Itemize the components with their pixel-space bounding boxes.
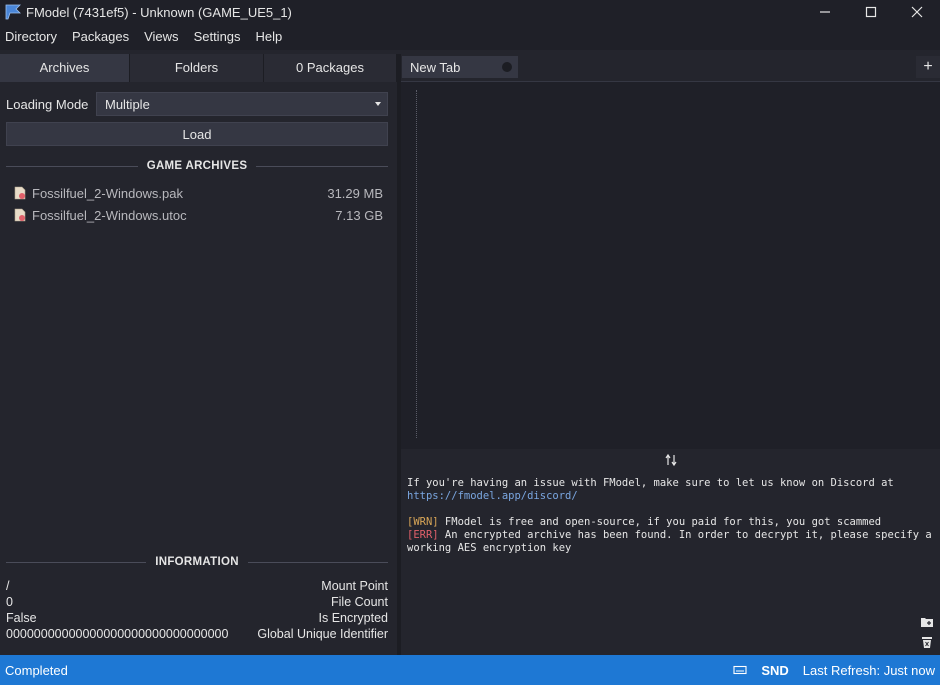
info-label: File Count: [331, 595, 388, 609]
info-label: Mount Point: [321, 579, 388, 593]
left-tabs: Archives Folders 0 Packages: [0, 54, 397, 82]
snd-indicator[interactable]: SND: [761, 663, 788, 678]
menu-help[interactable]: Help: [250, 24, 289, 50]
divider: [6, 561, 147, 563]
info-label: Is Encrypted: [318, 611, 388, 625]
window-controls: [802, 0, 940, 24]
console-splitter[interactable]: [401, 449, 940, 471]
game-archives-title: GAME ARCHIVES: [146, 160, 248, 172]
tab-folders[interactable]: Folders: [130, 54, 264, 82]
close-button[interactable]: [894, 0, 940, 24]
menu-bar: Directory Packages Views Settings Help: [0, 24, 940, 50]
info-value: False: [6, 611, 37, 625]
loading-mode-value: Multiple: [105, 96, 150, 112]
divider: [256, 165, 389, 167]
warning-tag: [WRN]: [407, 516, 439, 528]
keyboard-icon[interactable]: [733, 665, 747, 675]
info-row-file-count: 0 File Count: [6, 594, 388, 610]
archive-name: Fossilfuel_2-Windows.pak: [32, 185, 184, 201]
app-icon: [5, 4, 21, 20]
archives-content: Loading Mode Multiple Load GAME ARCHIVES…: [6, 92, 389, 226]
status-text: Completed: [5, 662, 68, 678]
error-tag: [ERR]: [407, 529, 439, 541]
tab-label: New Tab: [410, 59, 461, 75]
swap-vertical-icon: [665, 453, 676, 467]
information-section: INFORMATION / Mount Point 0 File Count F…: [6, 554, 389, 642]
minimize-button[interactable]: [802, 0, 848, 24]
info-value: 0: [6, 595, 13, 609]
tab-archives[interactable]: Archives: [0, 54, 130, 82]
info-label: Global Unique Identifier: [257, 627, 388, 641]
last-refresh: Last Refresh: Just now: [802, 662, 935, 678]
list-item[interactable]: Fossilfuel_2-Windows.utoc 7.13 GB: [6, 204, 388, 226]
maximize-button[interactable]: [848, 0, 894, 24]
maximize-icon: [865, 6, 877, 18]
chevron-down-icon: [375, 102, 381, 106]
open-folder-icon[interactable]: [920, 616, 934, 628]
minimize-icon: [820, 11, 830, 13]
info-row-is-encrypted: False Is Encrypted: [6, 610, 388, 626]
log-text: FModel is free and open-source, if you p…: [438, 516, 882, 528]
locked-file-icon: [14, 186, 26, 200]
status-bar: Completed SND Last Refresh: Just now: [0, 655, 940, 685]
editor-gutter: [416, 90, 417, 438]
info-row-mount-point: / Mount Point: [6, 578, 388, 594]
code-editor[interactable]: [401, 81, 940, 449]
status-right: SND Last Refresh: Just now: [733, 663, 935, 678]
tab-packages[interactable]: 0 Packages: [264, 54, 397, 82]
menu-settings[interactable]: Settings: [188, 24, 247, 50]
clear-log-icon[interactable]: [921, 636, 933, 649]
close-icon: [911, 6, 923, 18]
loading-mode-select[interactable]: Multiple: [96, 92, 388, 116]
log-text: An encrypted archive has been found. In …: [407, 529, 939, 554]
archive-size: 7.13 GB: [335, 207, 383, 223]
info-value: /: [6, 579, 10, 593]
log-line-warning: [WRN] FModel is free and open-source, if…: [407, 516, 934, 529]
locked-file-icon: [14, 208, 26, 222]
game-archives-header: GAME ARCHIVES: [6, 158, 389, 174]
list-item[interactable]: Fossilfuel_2-Windows.pak 31.29 MB: [6, 182, 388, 204]
archive-list: Fossilfuel_2-Windows.pak 31.29 MB Fossil…: [6, 182, 388, 226]
menu-packages[interactable]: Packages: [66, 24, 135, 50]
log-line-info: If you're having an issue with FModel, m…: [407, 477, 934, 503]
load-button[interactable]: Load: [6, 122, 388, 146]
loading-mode-row: Loading Mode Multiple: [6, 92, 388, 116]
log-text: If you're having an issue with FModel, m…: [407, 477, 901, 489]
info-row-guid: 00000000000000000000000000000000 Global …: [6, 626, 388, 642]
information-title: INFORMATION: [155, 556, 239, 568]
console-actions: [920, 616, 934, 649]
log-console: If you're having an issue with FModel, m…: [401, 471, 940, 655]
right-panel: New Tab + If you're having an issue with…: [401, 54, 940, 655]
divider: [6, 165, 138, 167]
archive-name: Fossilfuel_2-Windows.utoc: [32, 207, 187, 223]
information-header: INFORMATION: [6, 554, 389, 570]
title-bar: FModel (7431ef5) - Unknown (GAME_UE5_1): [0, 0, 940, 24]
document-tabs: New Tab +: [401, 54, 940, 78]
info-value: 00000000000000000000000000000000: [6, 627, 229, 641]
archive-size: 31.29 MB: [327, 185, 383, 201]
left-panel: Archives Folders 0 Packages Loading Mode…: [0, 54, 397, 655]
divider: [247, 561, 389, 563]
menu-directory[interactable]: Directory: [0, 24, 63, 50]
discord-link[interactable]: https://fmodel.app/discord/: [407, 490, 578, 502]
window-title: FModel (7431ef5) - Unknown (GAME_UE5_1): [26, 4, 292, 20]
loading-mode-label: Loading Mode: [6, 96, 89, 112]
log-line-error: [ERR] An encrypted archive has been foun…: [407, 529, 934, 555]
menu-views[interactable]: Views: [138, 24, 184, 50]
tab-new-tab[interactable]: New Tab: [402, 56, 518, 78]
add-tab-button[interactable]: +: [916, 56, 940, 78]
close-tab-icon[interactable]: [502, 62, 512, 72]
